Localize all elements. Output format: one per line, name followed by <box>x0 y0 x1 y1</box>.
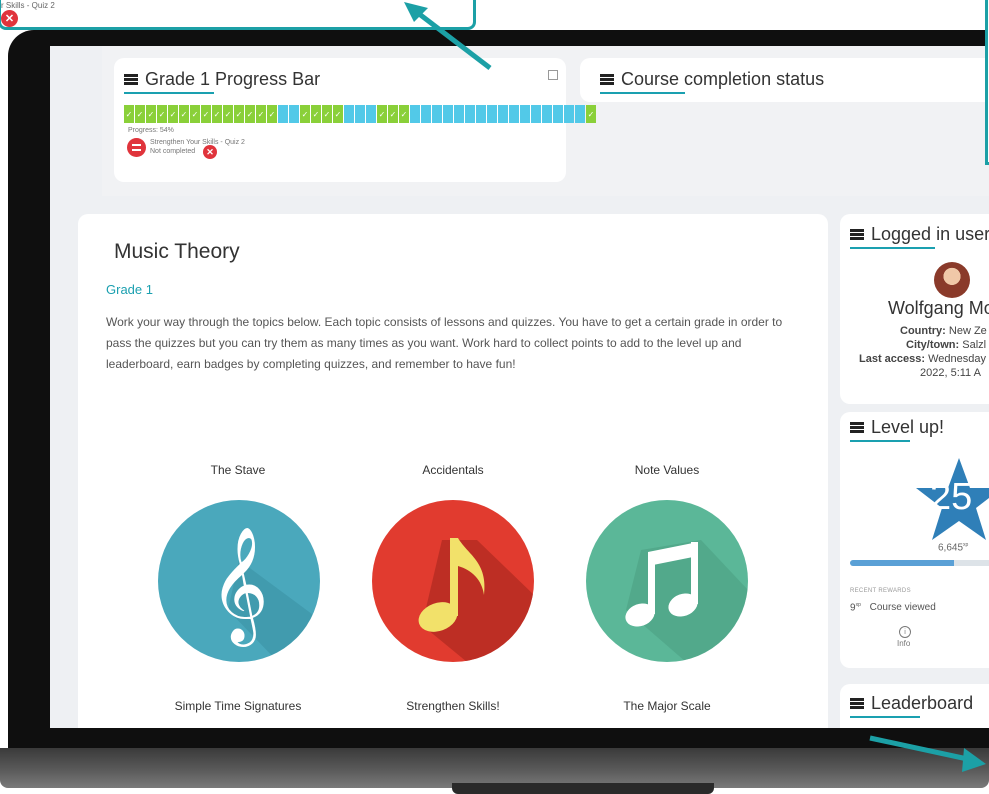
annotation-arrows <box>404 2 986 772</box>
arrow-down-right <box>869 735 973 763</box>
arrow-up-left <box>412 8 492 70</box>
arrowhead-down-right-icon <box>962 748 986 772</box>
